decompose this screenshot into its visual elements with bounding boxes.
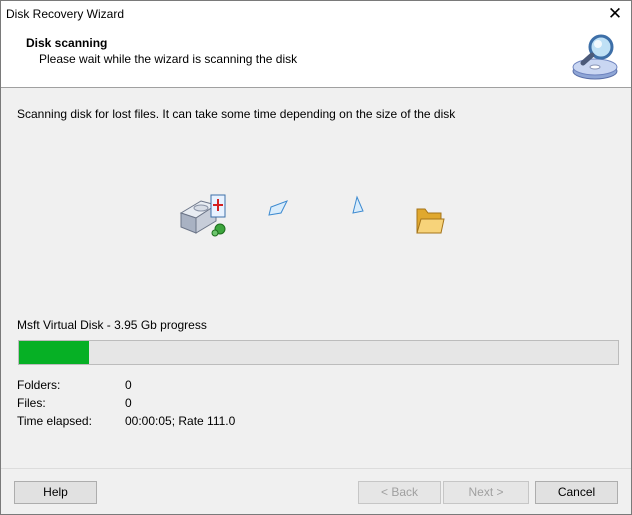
folders-label: Folders: [17, 378, 61, 392]
folder-icon [416, 208, 445, 234]
next-button[interactable]: Next > [443, 481, 529, 504]
scan-description: Scanning disk for lost files. It can tak… [17, 107, 456, 121]
scan-animation [179, 194, 445, 237]
scan-progress-bar [18, 340, 619, 365]
step-title: Disk scanning [26, 36, 108, 50]
title-bar: Disk Recovery Wizard ✕ [1, 1, 631, 27]
cancel-button[interactable]: Cancel [535, 481, 618, 504]
flying-page-icon [268, 200, 289, 216]
wizard-content: Scanning disk for lost files. It can tak… [1, 88, 631, 468]
wizard-header: Disk scanning Please wait while the wiza… [1, 27, 631, 88]
hard-drive-icon [179, 194, 226, 237]
files-value: 0 [125, 396, 132, 410]
files-label: Files: [17, 396, 46, 410]
window-title: Disk Recovery Wizard [6, 7, 125, 21]
footer-divider [1, 468, 631, 469]
wizard-window: Disk Recovery Wizard ✕ Disk scanning Ple… [0, 0, 632, 515]
close-button[interactable]: ✕ [605, 4, 625, 24]
folders-value: 0 [125, 378, 132, 392]
disk-search-icon [572, 34, 618, 80]
flying-page-icon [352, 195, 364, 214]
step-subtitle: Please wait while the wizard is scanning… [39, 52, 298, 66]
time-elapsed-value: 00:00:05; Rate 111.0 [125, 414, 236, 428]
progress-fill [19, 341, 90, 364]
help-button[interactable]: Help [14, 481, 97, 504]
time-elapsed-label: Time elapsed: [17, 414, 92, 428]
disk-progress-label: Msft Virtual Disk - 3.95 Gb progress [17, 318, 207, 332]
back-button[interactable]: < Back [358, 481, 441, 504]
